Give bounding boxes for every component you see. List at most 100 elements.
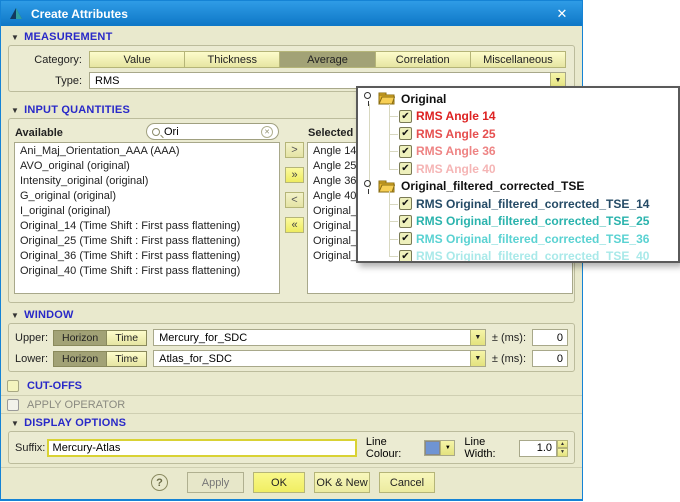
- line-width-stepper: 1.0 ▲ ▼: [519, 440, 568, 457]
- title-bar: Create Attributes ✕: [1, 1, 582, 26]
- add-all-button[interactable]: »: [285, 167, 304, 183]
- tree-item[interactable]: ✔ RMS Original_filtered_corrected_TSE_36: [358, 230, 678, 248]
- category-thickness-button[interactable]: Thickness: [185, 51, 280, 68]
- app-logo-icon: [9, 7, 23, 20]
- attribute-tree-popup: Original ✔ RMS Angle 14 ✔ RMS Angle 25 ✔…: [356, 86, 680, 263]
- display-options-groupbox: Suffix: Line Colour: ▼ Line Width: 1.0 ▲…: [8, 431, 575, 464]
- cut-offs-checkbox[interactable]: [7, 380, 19, 392]
- measurement-section-header: ▼ MEASUREMENT: [11, 31, 113, 43]
- lower-horizon-value: Atlas_for_SDC: [159, 353, 232, 365]
- tree-children: ✔ RMS Original_filtered_corrected_TSE_14…: [358, 195, 678, 263]
- available-list: Ani_Maj_Orientation_AAA (AAA) AVO_origin…: [14, 142, 280, 294]
- spin-up-icon[interactable]: ▲: [557, 440, 568, 449]
- collapse-toggle-icon[interactable]: ▼: [11, 33, 19, 42]
- tree-item-label: RMS Original_filtered_corrected_TSE_40: [416, 249, 649, 263]
- list-item[interactable]: Original_40 (Time Shift : First pass fla…: [15, 264, 279, 279]
- list-item[interactable]: G_original (original): [15, 189, 279, 204]
- tree-item[interactable]: ✔ RMS Original_filtered_corrected_TSE_40: [358, 248, 678, 264]
- divider: [1, 413, 582, 414]
- folder-icon: [378, 180, 395, 193]
- search-box[interactable]: ✕: [146, 123, 279, 140]
- line-colour-swatch[interactable]: [425, 441, 440, 455]
- dropdown-arrow-icon[interactable]: ▼: [440, 441, 454, 455]
- checked-checkbox-icon[interactable]: ✔: [399, 197, 412, 210]
- upper-horizon-toggle[interactable]: Horizon: [53, 330, 107, 346]
- tree-item[interactable]: ✔ RMS Original_filtered_corrected_TSE_25: [358, 213, 678, 231]
- folder-icon: [378, 92, 395, 105]
- tree-item-label: RMS Original_filtered_corrected_TSE_36: [416, 232, 649, 246]
- suffix-input[interactable]: [47, 439, 357, 457]
- category-label: Category:: [9, 54, 89, 66]
- list-item[interactable]: Intensity_original (original): [15, 174, 279, 189]
- checked-checkbox-icon[interactable]: ✔: [399, 232, 412, 245]
- checked-checkbox-icon[interactable]: ✔: [399, 215, 412, 228]
- tree-item-label: RMS Original_filtered_corrected_TSE_14: [416, 197, 649, 211]
- input-quantities-header-label: INPUT QUANTITIES: [24, 104, 130, 116]
- lower-pm-input[interactable]: 0: [532, 350, 568, 367]
- category-correlation-button[interactable]: Correlation: [376, 51, 471, 68]
- remove-selected-button[interactable]: <: [285, 192, 304, 208]
- tree-item[interactable]: ✔ RMS Angle 14: [358, 108, 678, 126]
- tree-children: ✔ RMS Angle 14 ✔ RMS Angle 25 ✔ RMS Angl…: [358, 108, 678, 178]
- checked-checkbox-icon[interactable]: ✔: [399, 250, 412, 263]
- collapse-toggle-icon[interactable]: ▼: [11, 419, 19, 428]
- measurement-header-label: MEASUREMENT: [24, 31, 112, 43]
- dropdown-arrow-icon[interactable]: ▼: [470, 351, 485, 366]
- close-icon[interactable]: ✕: [550, 4, 574, 24]
- tree-item[interactable]: ✔ RMS Original_filtered_corrected_TSE_14: [358, 195, 678, 213]
- line-width-input[interactable]: 1.0: [519, 440, 557, 457]
- tree-group-original-filtered[interactable]: Original_filtered_corrected_TSE: [358, 178, 678, 196]
- clear-search-icon[interactable]: ✕: [261, 126, 273, 138]
- expand-node-icon[interactable]: [363, 91, 374, 106]
- checked-checkbox-icon[interactable]: ✔: [399, 110, 412, 123]
- tree-item[interactable]: ✔ RMS Angle 36: [358, 143, 678, 161]
- upper-label: Upper:: [15, 332, 53, 344]
- line-colour-label: Line Colour:: [366, 436, 419, 460]
- tree-group-original[interactable]: Original: [358, 90, 678, 108]
- collapse-toggle-icon[interactable]: ▼: [11, 311, 19, 320]
- ok-button[interactable]: OK: [253, 472, 305, 493]
- category-average-button[interactable]: Average: [280, 51, 375, 68]
- list-item[interactable]: Original_25 (Time Shift : First pass fla…: [15, 234, 279, 249]
- transfer-buttons: > » < «: [285, 142, 305, 242]
- upper-pm-input[interactable]: 0: [532, 329, 568, 346]
- list-item[interactable]: I_original (original): [15, 204, 279, 219]
- help-icon[interactable]: ?: [151, 474, 168, 491]
- lower-horizon-dropdown[interactable]: Atlas_for_SDC ▼: [153, 350, 486, 367]
- apply-operator-checkbox[interactable]: [7, 399, 19, 411]
- checked-checkbox-icon[interactable]: ✔: [399, 162, 412, 175]
- apply-button[interactable]: Apply: [187, 472, 244, 493]
- cut-offs-label: CUT-OFFS: [27, 380, 82, 392]
- dropdown-arrow-icon[interactable]: ▼: [470, 330, 485, 345]
- list-item[interactable]: Original_36 (Time Shift : First pass fla…: [15, 249, 279, 264]
- list-item[interactable]: AVO_original (original): [15, 159, 279, 174]
- window-groupbox: Upper: Horizon Time Mercury_for_SDC ▼ ± …: [8, 323, 575, 372]
- expand-node-icon[interactable]: [363, 179, 374, 194]
- checked-checkbox-icon[interactable]: ✔: [399, 145, 412, 158]
- remove-all-button[interactable]: «: [285, 217, 304, 233]
- line-width-label: Line Width:: [464, 436, 514, 460]
- add-selected-button[interactable]: >: [285, 142, 304, 158]
- tree-item[interactable]: ✔ RMS Angle 25: [358, 125, 678, 143]
- lower-pm-label: ± (ms):: [492, 353, 526, 365]
- search-input[interactable]: [164, 126, 257, 138]
- list-item[interactable]: Ani_Maj_Orientation_AAA (AAA): [15, 144, 279, 159]
- line-colour-picker[interactable]: ▼: [424, 440, 455, 456]
- category-value-button[interactable]: Value: [89, 51, 185, 68]
- spin-down-icon[interactable]: ▼: [557, 448, 568, 457]
- category-miscellaneous-button[interactable]: Miscellaneous: [471, 51, 566, 68]
- tree-item[interactable]: ✔ RMS Angle 40: [358, 160, 678, 178]
- lower-time-toggle[interactable]: Time: [107, 351, 147, 367]
- tree-item-label: RMS Angle 36: [416, 144, 496, 158]
- ok-and-new-button[interactable]: OK & New: [314, 472, 370, 493]
- collapse-toggle-icon[interactable]: ▼: [11, 106, 19, 115]
- checked-checkbox-icon[interactable]: ✔: [399, 127, 412, 140]
- list-item[interactable]: Original_14 (Time Shift : First pass fla…: [15, 219, 279, 234]
- lower-horizon-toggle[interactable]: Horizon: [53, 351, 107, 367]
- cancel-button[interactable]: Cancel: [379, 472, 435, 493]
- upper-time-toggle[interactable]: Time: [107, 330, 147, 346]
- upper-horizon-dropdown[interactable]: Mercury_for_SDC ▼: [153, 329, 486, 346]
- tree-item-label: RMS Original_filtered_corrected_TSE_25: [416, 214, 649, 228]
- tree-item-label: RMS Angle 14: [416, 109, 496, 123]
- tree-group-label: Original_filtered_corrected_TSE: [401, 179, 584, 193]
